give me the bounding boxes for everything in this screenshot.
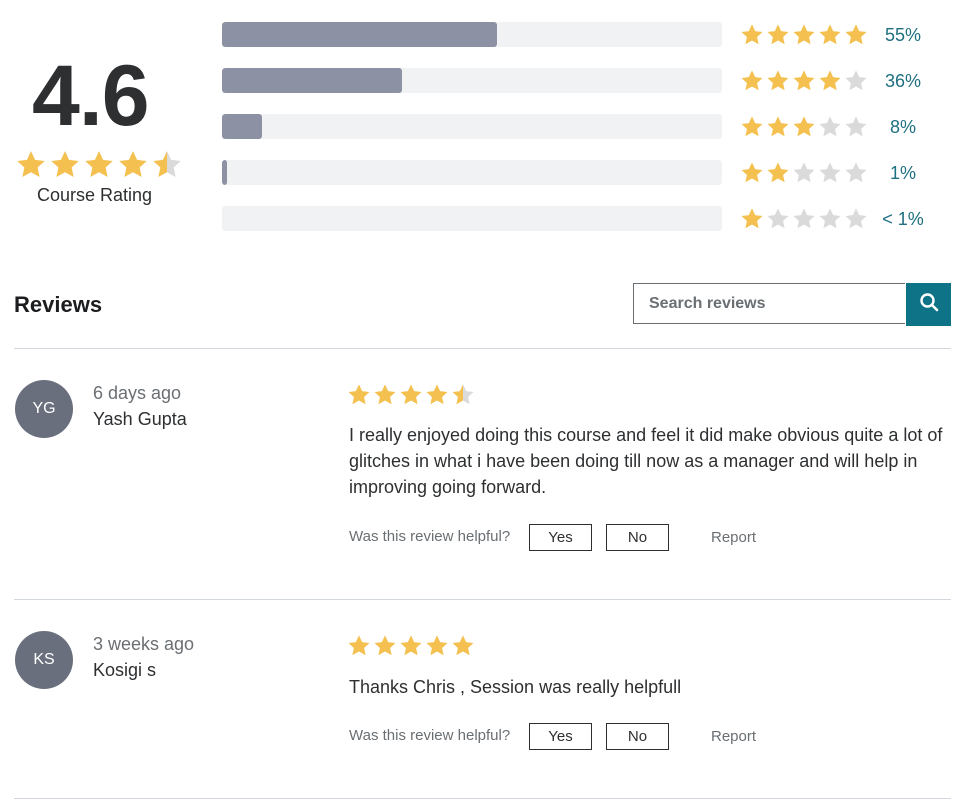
star-half-icon (450, 382, 476, 408)
star-empty-icon (817, 114, 843, 140)
star-empty-icon (843, 160, 869, 186)
star-filled-icon (398, 633, 424, 659)
star-filled-icon (765, 114, 791, 140)
rating-breakdown-row-4[interactable]: 36% (222, 68, 922, 93)
reviews-heading: Reviews (14, 292, 103, 317)
search-button[interactable] (906, 283, 951, 326)
star-filled-icon (372, 382, 398, 408)
star-filled-icon (48, 148, 82, 182)
star-filled-icon (765, 22, 791, 48)
star-filled-icon (424, 382, 450, 408)
course-rating-label: Course Rating (37, 185, 153, 205)
star-filled-icon (843, 22, 869, 48)
search-reviews-field[interactable] (633, 283, 905, 324)
rating-bar-fill (222, 114, 262, 139)
star-filled-icon (424, 633, 450, 659)
star-empty-icon (791, 206, 817, 232)
star-empty-icon (817, 206, 843, 232)
review-text: Thanks Chris , Session was really helpfu… (349, 677, 682, 697)
star-filled-icon (739, 206, 765, 232)
star-empty-icon (843, 68, 869, 94)
star-filled-icon (791, 114, 817, 140)
search-reviews-input[interactable] (647, 293, 891, 314)
divider (14, 599, 951, 600)
star-empty-icon (843, 114, 869, 140)
star-filled-icon (739, 68, 765, 94)
review-date: 3 weeks ago (93, 634, 195, 654)
star-filled-icon (739, 114, 765, 140)
review-date: 6 days ago (93, 383, 182, 403)
star-filled-icon (817, 22, 843, 48)
rating-bar-track (222, 206, 722, 231)
rating-row-stars (739, 160, 869, 186)
star-filled-icon (739, 160, 765, 186)
star-filled-icon (14, 148, 48, 182)
avatar: KS (15, 631, 73, 689)
star-filled-icon (765, 160, 791, 186)
star-filled-icon (450, 633, 476, 659)
star-empty-icon (791, 160, 817, 186)
avatar: YG (15, 380, 73, 438)
rating-row-stars (739, 22, 869, 48)
review-rating-stars (346, 633, 476, 659)
rating-breakdown-row-5[interactable]: 55% (222, 22, 922, 47)
rating-bar-fill (222, 160, 227, 185)
star-filled-icon (346, 382, 372, 408)
helpful-yes-button[interactable]: Yes (529, 723, 592, 750)
rating-percent[interactable]: < 1% (873, 207, 933, 231)
rating-percent[interactable]: 36% (873, 69, 933, 93)
star-filled-icon (82, 148, 116, 182)
star-empty-icon (843, 206, 869, 232)
rating-percent[interactable]: 1% (873, 161, 933, 185)
review-text: I really enjoyed doing this course and f… (349, 425, 943, 497)
star-half-icon (150, 148, 184, 182)
star-filled-icon (817, 68, 843, 94)
rating-breakdown-row-2[interactable]: 1% (222, 160, 922, 185)
star-filled-icon (765, 68, 791, 94)
star-empty-icon (817, 160, 843, 186)
star-filled-icon (739, 22, 765, 48)
average-rating: 4.6 (32, 48, 150, 144)
review-author: Kosigi s (93, 660, 157, 680)
helpful-question: Was this review helpful? (349, 528, 511, 545)
star-filled-icon (116, 148, 150, 182)
rating-row-stars (739, 68, 869, 94)
helpful-question: Was this review helpful? (349, 727, 511, 744)
rating-bar-track (222, 114, 722, 139)
star-filled-icon (346, 633, 372, 659)
rating-bar-track (222, 22, 722, 47)
rating-row-stars (739, 114, 869, 140)
review-rating-stars (346, 382, 476, 408)
rating-row-stars (739, 206, 869, 232)
average-rating-stars (14, 148, 184, 182)
divider (14, 798, 951, 799)
divider (14, 348, 951, 349)
helpful-no-button[interactable]: No (606, 723, 669, 750)
rating-bar-fill (222, 68, 402, 93)
rating-percent[interactable]: 55% (873, 23, 933, 47)
star-filled-icon (372, 633, 398, 659)
rating-breakdown-row-1[interactable]: < 1% (222, 206, 924, 232)
star-filled-icon (398, 382, 424, 408)
review-author: Yash Gupta (93, 409, 187, 429)
search-icon (919, 292, 939, 317)
star-empty-icon (765, 206, 791, 232)
star-filled-icon (791, 68, 817, 94)
rating-percent[interactable]: 8% (873, 115, 933, 139)
helpful-no-button[interactable]: No (606, 524, 669, 551)
report-link[interactable]: Report (711, 529, 756, 546)
rating-breakdown-row-3[interactable]: 8% (222, 114, 922, 139)
helpful-yes-button[interactable]: Yes (529, 524, 592, 551)
rating-bar-track (222, 160, 722, 185)
report-link[interactable]: Report (711, 728, 756, 745)
rating-bar-track (222, 68, 722, 93)
rating-bar-fill (222, 22, 497, 47)
star-filled-icon (791, 22, 817, 48)
